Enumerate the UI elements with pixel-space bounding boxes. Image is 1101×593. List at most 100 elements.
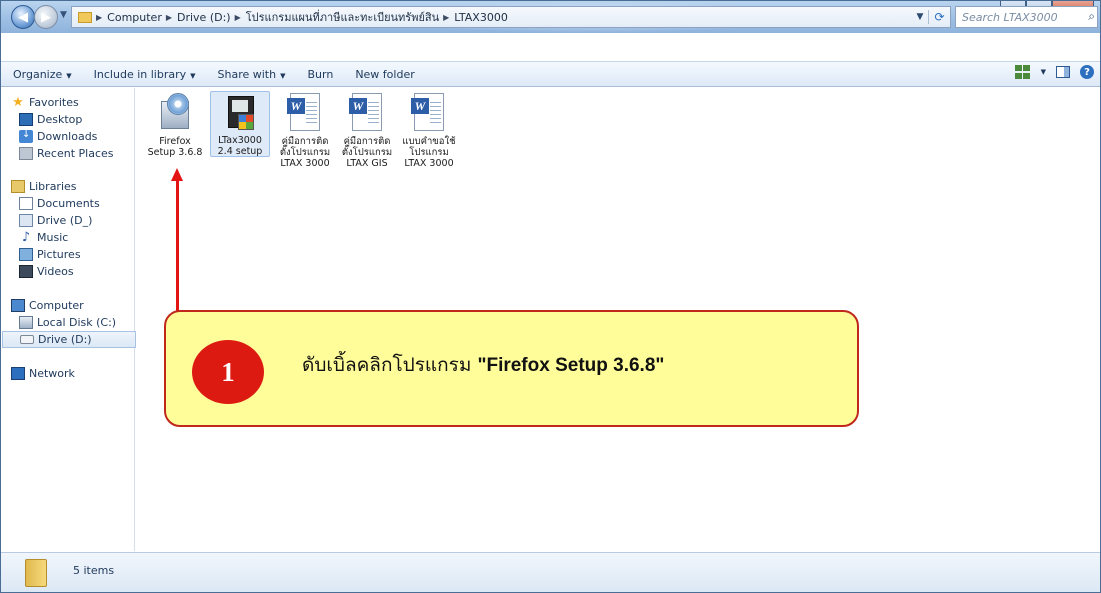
file-label: LTax3000 2.4 setup (217, 135, 263, 157)
nav-local-disk[interactable]: Local Disk (C:) (19, 314, 153, 331)
preview-pane-icon[interactable] (1056, 66, 1070, 78)
address-dropdown-icon[interactable]: ▼ (912, 12, 928, 22)
nav-recent-places[interactable]: Recent Places (19, 145, 153, 162)
music-icon: ♪ (21, 230, 31, 245)
breadcrumb-separator[interactable]: ▶ (166, 13, 172, 22)
organize-menu[interactable]: Organize ▼ (13, 68, 72, 81)
file-request-form-ltax3000[interactable]: W แบบคำขอใช้ โปรแกรม LTAX 3000 (399, 91, 459, 169)
view-controls: ▼ ? (1014, 65, 1094, 79)
nav-label: Music (37, 231, 69, 244)
instruction-text: ดับเบิ้ลคลิกโปรแกรม "Firefox Setup 3.6.8… (302, 350, 664, 380)
file-firefox-setup[interactable]: Firefox Setup 3.6.8 (145, 91, 205, 158)
nav-label: Recent Places (37, 147, 114, 160)
breadcrumb-drive-d[interactable]: Drive (D:) (177, 11, 231, 24)
network-icon (11, 367, 25, 380)
new-folder-button[interactable]: New folder (355, 68, 414, 81)
documents-icon (19, 197, 33, 210)
search-placeholder: Search LTAX3000 (962, 10, 1058, 24)
nav-desktop[interactable]: Desktop (19, 111, 153, 128)
instruction-target: "Firefox Setup 3.6.8" (477, 355, 665, 376)
share-with-menu[interactable]: Share with ▼ (218, 68, 286, 81)
forward-arrow-icon: ▶ (41, 9, 51, 25)
setup-package-icon (220, 94, 260, 132)
view-dropdown-icon[interactable]: ▼ (1041, 68, 1046, 76)
nav-network[interactable]: Network (11, 365, 145, 382)
breadcrumb-computer[interactable]: Computer (107, 11, 162, 24)
nav-libraries[interactable]: Libraries (11, 178, 145, 195)
word-document-icon: W (347, 93, 387, 133)
recent-pages-dropdown[interactable]: ▼ (60, 10, 67, 20)
nav-drive-library[interactable]: Drive (D_) (19, 212, 153, 229)
organize-label: Organize (13, 67, 63, 81)
file-install-manual-ltax3000[interactable]: W คู่มือการติด ตั้งโปรแกรม LTAX 3000 (275, 91, 335, 169)
nav-downloads[interactable]: Downloads (19, 128, 153, 145)
search-input[interactable]: Search LTAX3000 ⌕ (955, 6, 1098, 28)
libraries-icon (11, 180, 25, 193)
address-bar[interactable]: ▶ Computer ▶ Drive (D:) ▶ โปรแกรมแผนที่ภ… (71, 6, 951, 28)
status-bar: 5 items (1, 552, 1100, 592)
nav-label: Desktop (37, 113, 83, 126)
nav-favorites[interactable]: ★ Favorites (11, 94, 145, 111)
nav-label: Drive (D_) (37, 214, 93, 227)
breadcrumb-thai-folder[interactable]: โปรแกรมแผนที่ภาษีและทะเบียนทรัพย์สิน (246, 8, 439, 26)
word-document-icon: W (409, 93, 449, 133)
file-label: คู่มือการติด ตั้งโปรแกรม LTAX GIS (341, 136, 393, 169)
file-install-manual-ltax-gis[interactable]: W คู่มือการติด ตั้งโปรแกรม LTAX GIS (337, 91, 397, 169)
forward-button[interactable]: ▶ (34, 5, 58, 29)
nav-documents[interactable]: Documents (19, 195, 153, 212)
breadcrumb-separator[interactable]: ▶ (443, 13, 449, 22)
videos-icon (19, 265, 33, 278)
hard-disk-icon (19, 316, 33, 329)
nav-music[interactable]: ♪ Music (19, 229, 153, 246)
pictures-icon (19, 248, 33, 261)
nav-label: Documents (37, 197, 100, 210)
nav-label: Network (29, 367, 75, 380)
nav-label: Pictures (37, 248, 81, 261)
search-icon[interactable]: ⌕ (1088, 9, 1095, 24)
folder-icon (78, 11, 92, 23)
back-button[interactable]: ◀ (11, 5, 35, 29)
file-label: คู่มือการติด ตั้งโปรแกรม LTAX 3000 (279, 136, 331, 169)
drive-icon (20, 335, 34, 344)
nav-computer[interactable]: Computer (11, 297, 145, 314)
help-icon[interactable]: ? (1080, 65, 1094, 79)
breadcrumb-separator[interactable]: ▶ (96, 13, 102, 22)
share-with-label: Share with (217, 67, 277, 81)
nav-label: Favorites (29, 96, 79, 109)
burn-button[interactable]: Burn (307, 68, 333, 81)
item-count: 5 items (73, 564, 115, 577)
command-bar: Organize ▼ Include in library ▼ Share with… (1, 61, 1100, 87)
arrow-line (176, 179, 179, 311)
change-view-icon[interactable] (1014, 65, 1031, 79)
installer-disc-icon (155, 93, 195, 133)
downloads-icon (19, 129, 33, 143)
breadcrumb-ltax3000[interactable]: LTAX3000 (454, 11, 508, 24)
nav-label: Libraries (29, 180, 77, 193)
recent-places-icon (19, 147, 33, 160)
include-in-library-menu[interactable]: Include in library ▼ (94, 68, 196, 81)
nav-label: Drive (D:) (38, 333, 92, 346)
breadcrumb-separator[interactable]: ▶ (235, 13, 241, 22)
navigation-pane: ★ Favorites Desktop Downloads Recent Pla… (1, 88, 136, 551)
chevron-down-icon: ▼ (190, 71, 196, 80)
nav-label: Downloads (37, 130, 98, 143)
step-number-badge: 1 (192, 340, 264, 404)
instruction-callout: 1 ดับเบิ้ลคลิกโปรแกรม "Firefox Setup 3.6… (164, 310, 859, 427)
file-label: แบบคำขอใช้ โปรแกรม LTAX 3000 (402, 136, 456, 169)
instruction-prefix: ดับเบิ้ลคลิกโปรแกรม (302, 354, 478, 376)
back-arrow-icon: ◀ (18, 9, 28, 25)
nav-drive-d[interactable]: Drive (D:) (2, 331, 136, 348)
refresh-icon[interactable]: ⟳ (928, 10, 950, 24)
file-ltax3000-setup[interactable]: LTax3000 2.4 setup (210, 91, 270, 157)
chevron-down-icon: ▼ (66, 71, 72, 80)
nav-label: Videos (37, 265, 74, 278)
nav-videos[interactable]: Videos (19, 263, 153, 280)
nav-pictures[interactable]: Pictures (19, 246, 153, 263)
star-icon: ★ (12, 95, 24, 110)
computer-icon (11, 299, 25, 312)
desktop-icon (19, 113, 33, 126)
file-label: Firefox Setup 3.6.8 (147, 136, 203, 158)
chevron-down-icon: ▼ (280, 71, 286, 80)
drive-library-icon (19, 214, 33, 227)
folder-icon (25, 559, 47, 587)
